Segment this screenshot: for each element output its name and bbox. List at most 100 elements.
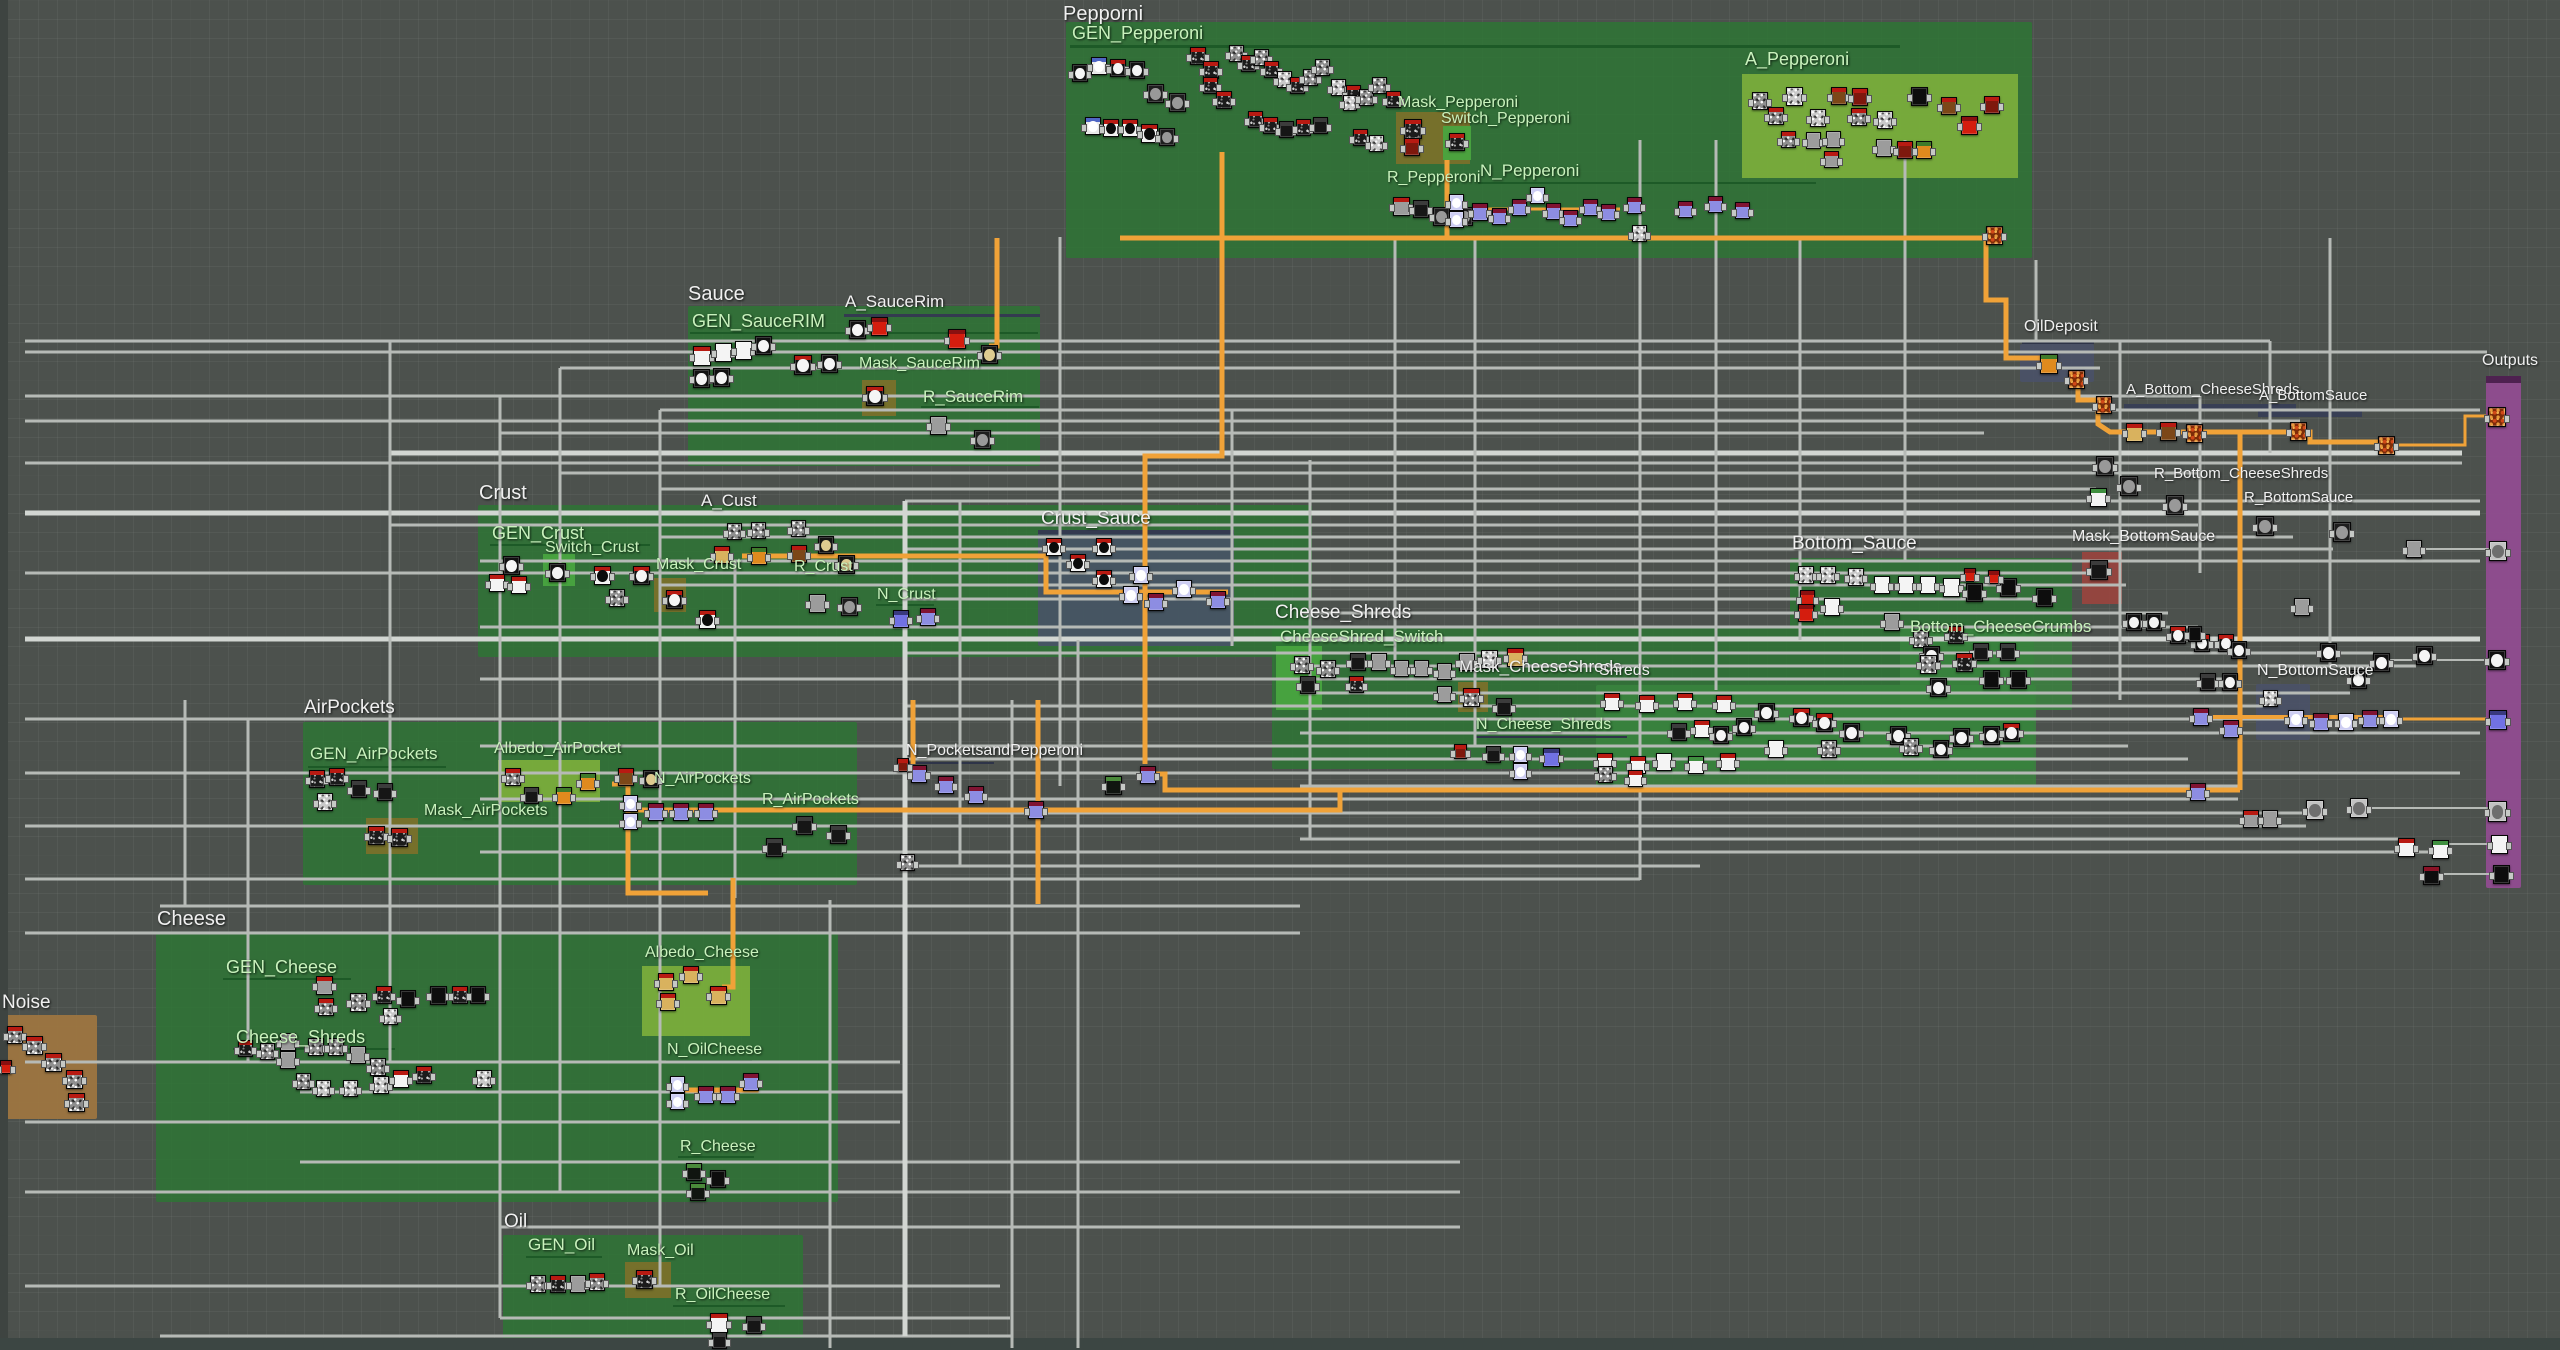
graph-node[interactable] [2290, 598, 2314, 616]
graph-node[interactable] [2092, 456, 2118, 476]
graph-node[interactable] [585, 1273, 609, 1291]
graph-node[interactable] [1445, 211, 1468, 228]
graph-node[interactable] [2182, 424, 2207, 443]
graph-node[interactable] [747, 522, 770, 539]
graph-node[interactable] [2329, 522, 2355, 542]
graph-node[interactable] [507, 576, 531, 594]
graph-node[interactable] [723, 523, 746, 540]
graph-node[interactable] [2284, 710, 2308, 728]
graph-node[interactable] [837, 597, 862, 616]
graph-node[interactable] [1979, 726, 2004, 745]
graph-node[interactable] [1822, 131, 1845, 148]
graph-node[interactable] [412, 1066, 436, 1084]
graph-node[interactable] [666, 1076, 689, 1093]
graph-node[interactable] [62, 1070, 87, 1089]
graph-node[interactable] [1508, 199, 1531, 216]
graph-node[interactable] [689, 369, 714, 388]
graph-node[interactable] [1212, 91, 1236, 109]
graph-node[interactable] [706, 1170, 730, 1188]
graph-node[interactable] [3, 1026, 27, 1044]
graph-node[interactable] [1559, 210, 1582, 227]
graph-node[interactable] [2218, 673, 2242, 691]
graph-node[interactable] [2032, 588, 2057, 607]
graph-node[interactable] [2064, 370, 2089, 389]
graph-node[interactable] [1962, 583, 1987, 602]
graph-node[interactable] [1101, 776, 1126, 795]
graph-node[interactable] [1129, 566, 1153, 584]
graph-node[interactable] [1445, 133, 1469, 151]
graph-node[interactable] [1916, 576, 1940, 594]
graph-node[interactable] [679, 966, 703, 984]
graph-node[interactable] [1806, 109, 1830, 127]
graph-node[interactable] [814, 536, 838, 554]
graph-node[interactable] [1346, 653, 1370, 671]
graph-node[interactable] [1450, 744, 1471, 759]
graph-node[interactable] [520, 787, 543, 804]
graph-node[interactable] [379, 1008, 402, 1025]
graph-node[interactable] [1674, 201, 1697, 218]
graph-node[interactable] [1754, 703, 1779, 722]
graph-node[interactable] [1118, 119, 1142, 137]
graph-node[interactable] [1949, 728, 1974, 747]
graph-node[interactable] [2484, 801, 2511, 822]
graph-node[interactable] [1509, 746, 1532, 763]
graph-node[interactable] [2142, 613, 2166, 631]
graph-node[interactable] [1764, 107, 1788, 125]
graph-node[interactable] [2122, 423, 2147, 442]
graph-node[interactable] [867, 317, 892, 336]
graph-node[interactable] [1579, 199, 1602, 216]
graph-node[interactable] [1311, 59, 1334, 76]
graph-node[interactable] [2302, 800, 2328, 820]
graph-node[interactable] [1817, 740, 1841, 758]
graph-node[interactable] [1794, 566, 1818, 584]
graph-node[interactable] [2286, 422, 2311, 441]
graph-node[interactable] [1119, 586, 1143, 604]
graph-node[interactable] [826, 825, 851, 844]
graph-node[interactable] [526, 1275, 550, 1293]
graph-node[interactable] [466, 986, 490, 1004]
graph-node[interactable] [1309, 117, 1332, 134]
graph-node[interactable] [2489, 865, 2514, 884]
graph-node[interactable] [1165, 93, 1190, 112]
graph-node[interactable] [1816, 566, 1840, 584]
graph-node[interactable] [689, 346, 715, 366]
graph-node[interactable] [695, 610, 720, 629]
graph-node[interactable] [970, 430, 995, 449]
graph-node[interactable] [805, 594, 830, 613]
graph-node[interactable] [472, 1070, 496, 1088]
graph-node[interactable] [1155, 128, 1179, 146]
graph-node[interactable] [347, 780, 371, 798]
graph-node[interactable] [739, 1073, 763, 1091]
graph-node[interactable] [686, 1183, 710, 1201]
graph-node[interactable] [1389, 197, 1414, 216]
graph-node[interactable] [1024, 801, 1048, 819]
graph-node[interactable] [373, 783, 397, 801]
graph-node[interactable] [2428, 840, 2453, 859]
graph-node[interactable] [1172, 580, 1196, 598]
graph-node[interactable] [709, 368, 734, 387]
graph-node[interactable] [64, 1093, 89, 1112]
graph-node[interactable] [1600, 693, 1624, 711]
graph-node[interactable] [682, 1163, 706, 1181]
graph-node[interactable] [716, 1086, 740, 1104]
graph-node[interactable] [1206, 591, 1230, 609]
graph-node[interactable] [1999, 723, 2024, 742]
graph-node[interactable] [2116, 476, 2142, 496]
graph-node[interactable] [1509, 763, 1532, 780]
graph-node[interactable] [2189, 708, 2213, 726]
graph-node[interactable] [639, 770, 663, 788]
graph-node[interactable] [389, 1070, 413, 1088]
graph-node[interactable] [304, 1038, 328, 1056]
graph-node[interactable] [669, 803, 693, 821]
graph-node[interactable] [662, 590, 687, 609]
graph-node[interactable] [1894, 576, 1918, 594]
graph-node[interactable] [1594, 766, 1617, 783]
graph-node[interactable] [2346, 670, 2371, 689]
graph-node[interactable] [1794, 604, 1818, 622]
graph-node[interactable] [605, 589, 629, 607]
graph-node[interactable] [2484, 650, 2510, 670]
graph-node[interactable] [1731, 202, 1754, 219]
graph-node[interactable] [1445, 194, 1468, 211]
graph-node[interactable] [656, 993, 680, 1011]
graph-node[interactable] [1748, 92, 1772, 110]
